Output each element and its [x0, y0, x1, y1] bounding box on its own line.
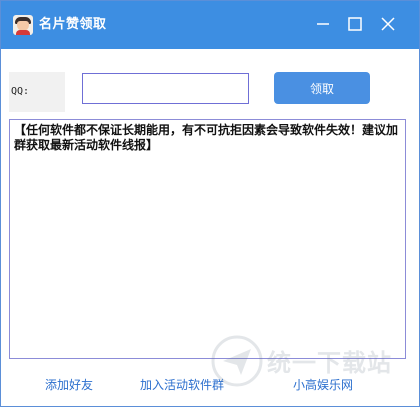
maximize-icon [348, 17, 362, 31]
window-title: 名片赞领取 [39, 17, 107, 32]
xiaogao-site-link[interactable]: 小高娱乐网 [293, 376, 353, 393]
app-window: 名片赞领取 QQ: 领取 【任何软件都不保证长期能用，有不可抗拒因素会导致软件失… [0, 0, 420, 407]
notice-textarea[interactable]: 【任何软件都不保证长期能用，有不可抗拒因素会导致软件失效！建议加群获取最新活动软… [9, 119, 406, 359]
maximize-button[interactable] [344, 13, 366, 35]
join-group-link[interactable]: 加入活动软件群 [140, 376, 224, 393]
title-bar[interactable]: 名片赞领取 [1, 1, 419, 49]
minimize-icon [317, 23, 329, 25]
qq-label: QQ: [9, 72, 65, 112]
minimize-button[interactable] [312, 13, 334, 35]
avatar-app-icon [13, 15, 33, 35]
close-icon [381, 17, 395, 31]
claim-button[interactable]: 领取 [274, 72, 370, 104]
close-button[interactable] [377, 13, 399, 35]
add-friend-link[interactable]: 添加好友 [45, 376, 93, 393]
qq-input[interactable] [82, 73, 249, 104]
